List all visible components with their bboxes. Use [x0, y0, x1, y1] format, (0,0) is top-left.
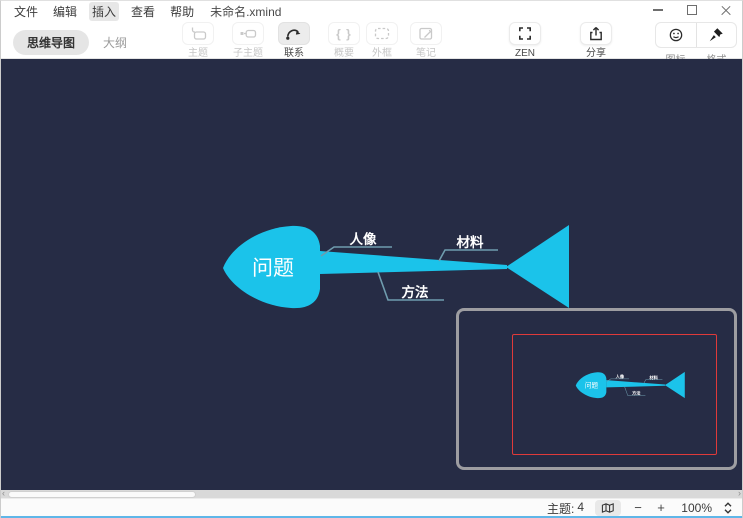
menu-file[interactable]: 文件: [11, 2, 41, 21]
share-button[interactable]: 分享: [574, 22, 618, 59]
zoom-select-button[interactable]: [723, 501, 733, 515]
minimap-toggle-button[interactable]: [595, 500, 621, 516]
share-icon: [580, 22, 612, 45]
maximize-button[interactable]: [686, 4, 698, 16]
fishbone-diagram[interactable]: 问题 人像 材料 方法: [211, 219, 576, 314]
boundary-label: 外框: [360, 48, 404, 59]
mindmap-canvas[interactable]: 问题 人像 材料 方法 问题: [1, 59, 742, 490]
app-window: 文件 编辑 插入 查看 帮助 未命名.xmind 思维导图 大纲 主题: [0, 0, 743, 518]
smiley-icon: [667, 26, 685, 44]
notes-label: 笔记: [404, 48, 448, 59]
minimap-panel[interactable]: 问题 人像 材料 方法: [456, 308, 737, 470]
horizontal-scrollbar-thumb[interactable]: [8, 491, 196, 498]
window-controls: [652, 4, 732, 16]
close-button[interactable]: [720, 4, 732, 16]
view-tabs: 思维导图 大纲: [13, 30, 127, 55]
maximize-icon: [687, 5, 697, 15]
menu-edit[interactable]: 编辑: [50, 2, 80, 21]
zoom-in-button[interactable]: +: [655, 501, 667, 515]
branch-topic-top-right[interactable]: 材料: [457, 234, 484, 250]
topic-button[interactable]: 主题: [176, 22, 220, 59]
tab-outline[interactable]: 大纲: [103, 34, 127, 51]
notes-button[interactable]: 笔记: [404, 22, 448, 59]
relationship-icon: [278, 22, 310, 45]
fish-tail[interactable]: [506, 225, 569, 308]
branch-topic-top-left[interactable]: 人像: [350, 231, 377, 247]
format-pin-icon: [707, 26, 725, 44]
subtopic-button[interactable]: 子主题: [226, 22, 270, 59]
topic-label: 主题: [176, 48, 220, 59]
chevron-updown-icon: [723, 501, 733, 515]
topic-icon: [182, 22, 214, 45]
zen-button[interactable]: ZEN: [503, 22, 547, 59]
svg-text:方法: 方法: [632, 390, 641, 397]
menu-view[interactable]: 查看: [128, 2, 158, 21]
share-label: 分享: [574, 48, 618, 59]
icons-panel-button[interactable]: [656, 23, 696, 47]
topic-count-value: 4: [577, 500, 584, 517]
menu-bar: 文件 编辑 插入 查看 帮助 未命名.xmind: [11, 3, 281, 19]
minimap-fishbone: 问题 人像 材料 方法: [572, 370, 687, 400]
fish-head-topic[interactable]: 问题: [223, 226, 320, 308]
subtopic-icon: [232, 22, 264, 45]
menu-help[interactable]: 帮助: [167, 2, 197, 21]
branch-topic-bottom[interactable]: 方法: [402, 284, 429, 300]
notes-icon: [410, 22, 442, 45]
zoom-out-button[interactable]: −: [632, 501, 644, 515]
relationship-button[interactable]: 联系: [272, 22, 316, 59]
close-icon: [721, 5, 731, 15]
zen-mode-icon: [509, 22, 541, 45]
summary-icon: { }: [328, 22, 360, 45]
topic-count: 主题: 4: [547, 500, 584, 517]
boundary-button[interactable]: 外框: [360, 22, 404, 59]
branch-line-top-right[interactable]: [439, 250, 498, 261]
svg-text:材料: 材料: [649, 374, 658, 381]
tab-mindmap[interactable]: 思维导图: [13, 30, 89, 55]
horizontal-scrollbar[interactable]: ‹ ›: [1, 490, 742, 498]
minimize-icon: [653, 9, 663, 11]
topic-count-label: 主题:: [547, 500, 574, 517]
head-topic-label[interactable]: 问题: [252, 257, 294, 280]
map-icon: [600, 501, 616, 515]
minimize-button[interactable]: [652, 4, 664, 16]
zoom-level-value[interactable]: 100%: [678, 501, 712, 515]
svg-text:问题: 问题: [585, 382, 599, 390]
document-title: 未命名.xmind: [210, 3, 281, 20]
fish-spine[interactable]: [320, 251, 507, 274]
zen-label: ZEN: [503, 48, 547, 59]
format-panel-button[interactable]: [696, 23, 737, 47]
status-bar: 主题: 4 − + 100%: [1, 498, 742, 517]
header: 文件 编辑 插入 查看 帮助 未命名.xmind 思维导图 大纲 主题: [1, 1, 742, 59]
relationship-label: 联系: [272, 48, 316, 59]
subtopic-label: 子主题: [226, 48, 270, 59]
svg-text:人像: 人像: [616, 373, 625, 380]
boundary-icon: [366, 22, 398, 45]
menu-insert[interactable]: 插入: [89, 2, 119, 21]
